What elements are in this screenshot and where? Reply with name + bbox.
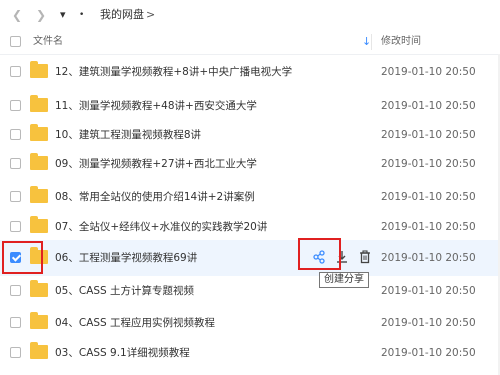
column-divider[interactable]: [371, 34, 372, 50]
checkbox-highlight-box: [2, 241, 43, 274]
folder-icon: [30, 280, 48, 297]
trash-icon[interactable]: [357, 249, 373, 265]
row-checkbox[interactable]: [10, 347, 21, 358]
file-name[interactable]: 09、测量学视频教程+27讲+西北工业大学: [55, 157, 257, 171]
folder-icon: [30, 312, 48, 329]
file-name[interactable]: 05、CASS 土方计算专题视频: [55, 284, 194, 298]
modified-time: 2019-01-10 20:50: [381, 317, 476, 329]
share-highlight-box: [298, 238, 341, 270]
file-name[interactable]: 12、建筑测量学视频教程+8讲+中央广播电视大学: [55, 65, 292, 79]
row-checkbox[interactable]: [10, 285, 21, 296]
folder-icon: [30, 216, 48, 233]
modified-time: 2019-01-10 20:50: [381, 252, 476, 264]
row-checkbox[interactable]: [10, 66, 21, 77]
folder-icon: [30, 61, 48, 78]
forward-button[interactable]: ❯: [36, 8, 46, 22]
row-checkbox[interactable]: [10, 221, 21, 232]
breadcrumb-separator: >: [146, 8, 156, 21]
nav-dot: •: [79, 10, 85, 20]
modified-time: 2019-01-10 20:50: [381, 285, 476, 297]
modified-time: 2019-01-10 20:50: [381, 158, 476, 170]
folder-icon: [30, 153, 48, 170]
modified-time: 2019-01-10 20:50: [381, 221, 476, 233]
file-name[interactable]: 04、CASS 工程应用实例视频教程: [55, 316, 215, 330]
modified-time: 2019-01-10 20:50: [381, 66, 476, 78]
breadcrumb-root[interactable]: 我的网盘: [100, 8, 144, 22]
folder-icon: [30, 124, 48, 141]
row-checkbox[interactable]: [10, 191, 21, 202]
file-name[interactable]: 06、工程测量学视频教程69讲: [55, 251, 197, 265]
file-row[interactable]: 12、建筑测量学视频教程+8讲+中央广播电视大学 2019-01-10 20:5…: [0, 54, 500, 90]
file-row[interactable]: 05、CASS 土方计算专题视频 2019-01-10 20:50: [0, 273, 500, 309]
file-name[interactable]: 03、CASS 9.1详细视频教程: [55, 346, 190, 360]
modified-time: 2019-01-10 20:50: [381, 100, 476, 112]
row-checkbox[interactable]: [10, 317, 21, 328]
file-name[interactable]: 08、常用全站仪的使用介绍14讲+2讲案例: [55, 190, 255, 204]
row-checkbox[interactable]: [10, 100, 21, 111]
modified-time: 2019-01-10 20:50: [381, 191, 476, 203]
history-dropdown-button[interactable]: ▾: [60, 8, 66, 22]
row-checkbox[interactable]: [10, 158, 21, 169]
modified-time: 2019-01-10 20:50: [381, 347, 476, 359]
column-header-name[interactable]: 文件名: [33, 36, 63, 48]
file-name[interactable]: 10、建筑工程测量视频教程8讲: [55, 128, 201, 142]
navigation-bar: ❮ ❯ ▾ • 我的网盘 >: [0, 0, 500, 30]
folder-icon: [30, 342, 48, 359]
select-all-checkbox[interactable]: [10, 36, 21, 47]
file-row-selected[interactable]: 06、工程测量学视频教程69讲 2019-01-10 20:50: [0, 240, 500, 276]
row-checkbox[interactable]: [10, 129, 21, 140]
modified-time: 2019-01-10 20:50: [381, 129, 476, 141]
share-tooltip: 创建分享: [319, 272, 369, 288]
file-row[interactable]: 09、测量学视频教程+27讲+西北工业大学 2019-01-10 20:50: [0, 146, 500, 182]
file-list-header: 文件名 ↓ 修改时间: [0, 30, 500, 55]
file-name[interactable]: 07、全站仪+经纬仪+水准仪的实践教学20讲: [55, 220, 267, 234]
column-header-modified-time[interactable]: 修改时间: [381, 36, 421, 48]
folder-icon: [30, 95, 48, 112]
folder-icon: [30, 186, 48, 203]
file-row[interactable]: 03、CASS 9.1详细视频教程 2019-01-10 20:50: [0, 335, 500, 371]
back-button[interactable]: ❮: [12, 8, 22, 22]
file-name[interactable]: 11、测量学视频教程+48讲+西安交通大学: [55, 99, 257, 113]
sort-arrow-down-icon[interactable]: ↓: [362, 36, 371, 48]
